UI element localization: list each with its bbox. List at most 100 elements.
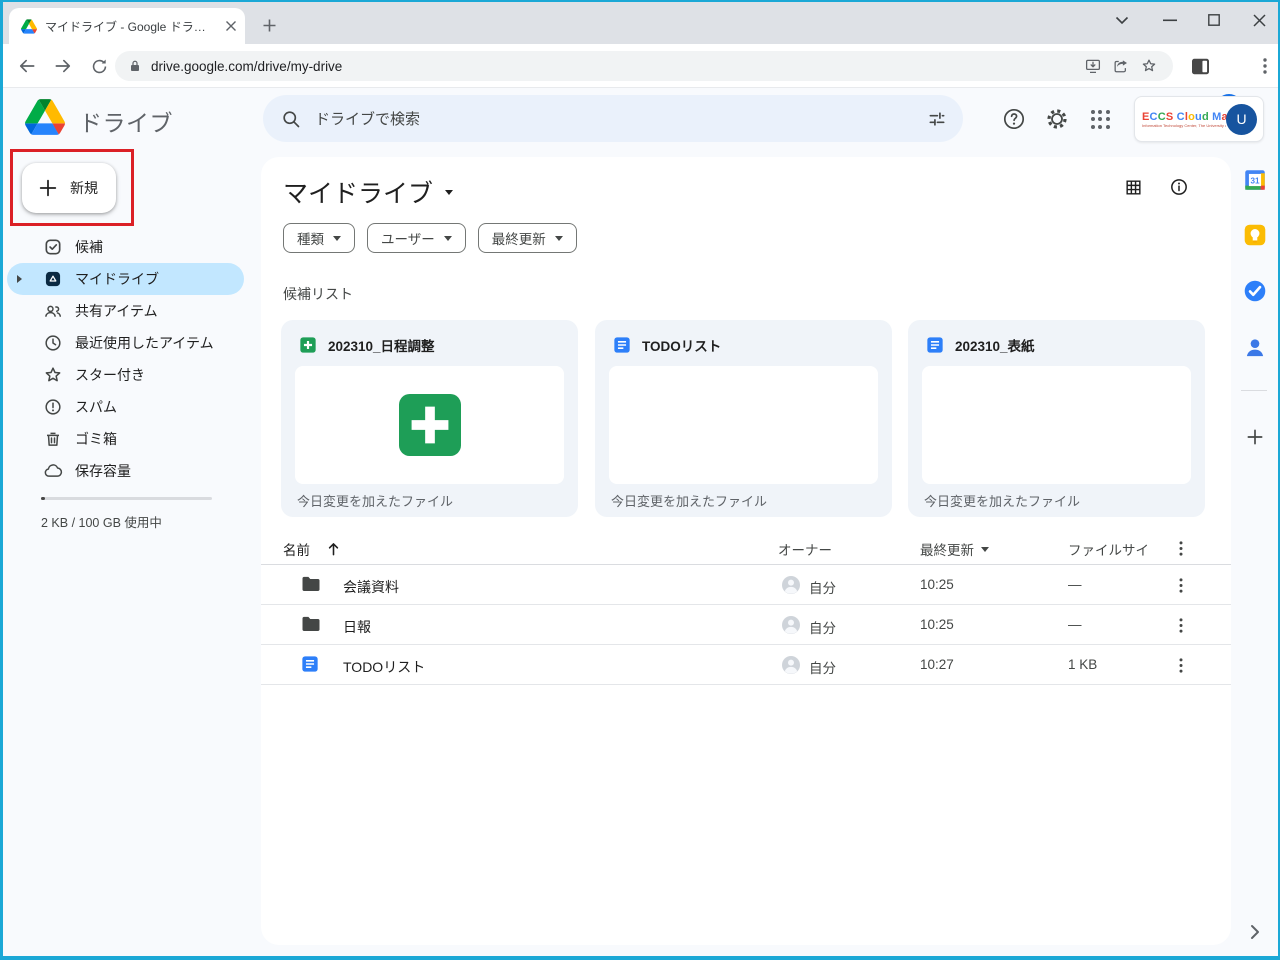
suggestion-reason: 今日変更を加えたファイル	[924, 491, 1080, 510]
expand-caret-icon[interactable]	[17, 275, 22, 283]
cloud-icon	[43, 461, 63, 481]
storage-progress-bar	[41, 497, 212, 500]
bookmark-star-icon[interactable]	[1135, 52, 1163, 80]
sidebar-item-storage[interactable]: 保存容量	[7, 455, 244, 487]
drive-search-bar[interactable]: ドライブで検索	[263, 95, 963, 142]
reload-button[interactable]	[83, 50, 115, 82]
page-title[interactable]: マイドライブ	[283, 174, 453, 210]
trash-icon	[43, 429, 63, 449]
window-minimize-button[interactable]	[1151, 2, 1189, 38]
tab-search-chevron-button[interactable]	[1103, 2, 1141, 38]
search-input[interactable]: ドライブで検索	[315, 108, 927, 129]
owner-avatar-icon	[781, 575, 801, 595]
filter-chip-people[interactable]: ユーザー	[367, 223, 466, 253]
window-maximize-button[interactable]	[1195, 2, 1233, 38]
drive-logo-label: ドライブ	[79, 104, 173, 138]
sidebar-item-spam[interactable]: スパム	[7, 391, 244, 423]
column-header-modified[interactable]: 最終更新	[920, 539, 989, 559]
file-row[interactable]: 会議資料 自分 10:25 —	[261, 565, 1231, 605]
keep-icon[interactable]	[1241, 221, 1268, 248]
row-menu-icon[interactable]	[1168, 572, 1194, 598]
folder-icon	[301, 615, 321, 633]
my-drive-icon	[43, 269, 63, 289]
forward-button[interactable]	[47, 50, 79, 82]
chevron-down-icon	[333, 236, 341, 241]
google-apps-grid-icon[interactable]	[1083, 102, 1117, 136]
search-icon[interactable]	[281, 109, 301, 129]
rail-divider	[1241, 390, 1267, 391]
suggestion-reason: 今日変更を加えたファイル	[611, 491, 767, 510]
docs-file-icon	[926, 336, 944, 354]
star-icon	[43, 365, 63, 385]
title-dropdown-caret-icon[interactable]	[445, 190, 453, 195]
docs-file-icon	[301, 655, 319, 673]
grid-view-toggle-icon[interactable]	[1119, 173, 1147, 201]
column-header-owner[interactable]: オーナー	[778, 539, 832, 559]
filter-chips: 種類 ユーザー 最終更新	[283, 223, 577, 253]
sidebar-item-trash[interactable]: ゴミ箱	[7, 423, 244, 455]
suggestion-card[interactable]: 202310_表紙 今日変更を加えたファイル	[908, 320, 1205, 517]
calendar-icon[interactable]: 31	[1241, 166, 1268, 193]
back-button[interactable]	[11, 50, 43, 82]
column-header-name[interactable]: 名前	[283, 539, 340, 559]
owner-avatar-icon	[781, 615, 801, 635]
browser-menu-icon[interactable]	[1251, 52, 1279, 80]
install-app-icon[interactable]	[1079, 52, 1107, 80]
svg-text:31: 31	[1250, 176, 1260, 185]
storage-usage-text: 2 KB / 100 GB 使用中	[41, 512, 162, 531]
sort-ascending-arrow-icon[interactable]	[327, 542, 340, 556]
sort-direction-icon	[981, 547, 989, 552]
lock-icon[interactable]	[129, 59, 141, 73]
file-row[interactable]: 日報 自分 10:25 —	[261, 605, 1231, 645]
new-button[interactable]: 新規	[22, 163, 116, 213]
drive-favicon-icon	[21, 19, 37, 34]
row-menu-icon[interactable]	[1168, 612, 1194, 638]
file-thumbnail[interactable]	[609, 366, 878, 484]
tab-strip: マイドライブ - Google ドライブ	[3, 2, 1278, 44]
plus-icon	[37, 177, 59, 199]
browser-tab[interactable]: マイドライブ - Google ドライブ	[9, 8, 245, 44]
sidebar-item-my-drive[interactable]: マイドライブ	[7, 263, 244, 295]
url-text[interactable]: drive.google.com/drive/my-drive	[151, 59, 1079, 74]
share-icon[interactable]	[1107, 52, 1135, 80]
tasks-icon[interactable]	[1241, 277, 1268, 304]
get-add-ons-plus-icon[interactable]	[1241, 423, 1268, 450]
account-avatar[interactable]: U	[1226, 104, 1257, 135]
sidebar-item-shared[interactable]: 共有アイテム	[7, 295, 244, 327]
account-badge[interactable]: ECCS Cloud Mail Information Technology C…	[1134, 96, 1264, 142]
search-options-tune-icon[interactable]	[927, 109, 947, 129]
sheets-thumbnail-icon	[399, 394, 461, 456]
show-side-panel-chevron-icon[interactable]	[1241, 918, 1269, 946]
file-thumbnail[interactable]	[922, 366, 1191, 484]
file-row[interactable]: TODOリスト 自分 10:27 1 KB	[261, 645, 1231, 685]
suggestion-card[interactable]: TODOリスト 今日変更を加えたファイル	[595, 320, 892, 517]
tab-close-icon[interactable]	[225, 20, 237, 32]
info-icon[interactable]	[1165, 173, 1193, 201]
drive-logo-icon[interactable]	[25, 99, 65, 135]
browser-window: マイドライブ - Google ドライブ	[0, 0, 1280, 960]
new-tab-button[interactable]	[257, 13, 281, 37]
suggestion-card[interactable]: 202310_日程調整 今日変更を加えたファイル	[281, 320, 578, 517]
settings-gear-icon[interactable]	[1040, 102, 1074, 136]
suggested-icon	[43, 237, 63, 257]
storage-progress-fill	[41, 497, 45, 500]
spam-icon	[43, 397, 63, 417]
address-bar[interactable]: drive.google.com/drive/my-drive	[115, 51, 1173, 81]
chevron-down-icon	[555, 236, 563, 241]
column-header-size[interactable]: ファイルサイ	[1068, 539, 1149, 559]
filter-chip-modified[interactable]: 最終更新	[478, 223, 577, 253]
sidebar-item-suggested[interactable]: 候補	[7, 231, 244, 263]
sidebar-item-starred[interactable]: スター付き	[7, 359, 244, 391]
column-options-menu-icon[interactable]	[1168, 535, 1194, 561]
suggestion-reason: 今日変更を加えたファイル	[297, 491, 453, 510]
contacts-icon[interactable]	[1241, 334, 1268, 361]
help-icon[interactable]	[997, 102, 1031, 136]
window-close-button[interactable]	[1240, 2, 1278, 38]
browser-toolbar: drive.google.com/drive/my-drive U	[3, 44, 1278, 88]
file-thumbnail[interactable]	[295, 366, 564, 484]
chevron-down-icon	[444, 236, 452, 241]
side-panel-icon[interactable]	[1186, 52, 1214, 80]
row-menu-icon[interactable]	[1168, 652, 1194, 678]
sidebar-item-recent[interactable]: 最近使用したアイテム	[7, 327, 244, 359]
filter-chip-type[interactable]: 種類	[283, 223, 355, 253]
